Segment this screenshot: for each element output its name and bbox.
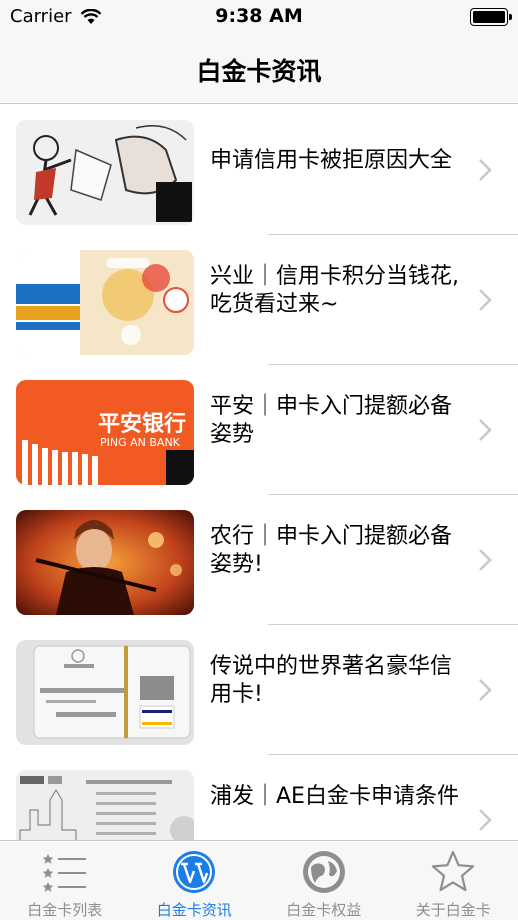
page-title: 白金卡资讯 <box>196 57 322 86</box>
tab-card-news[interactable]: 白金卡资讯 <box>130 841 260 920</box>
chevron-right-icon <box>479 679 492 701</box>
list-item[interactable]: 传说中的世界著名豪华信用卡! <box>0 625 518 755</box>
status-bar: Carrier 9:38 AM <box>0 0 518 34</box>
list-item[interactable]: 兴业｜信用卡积分当钱花,吃货看过来~ <box>0 235 518 365</box>
tab-label: 关于白金卡 <box>415 901 491 919</box>
globe-icon <box>302 851 345 893</box>
article-thumbnail <box>16 770 194 840</box>
article-thumbnail <box>16 120 194 225</box>
tab-label: 白金卡列表 <box>27 901 103 919</box>
list-item[interactable]: 浦发｜AE白金卡申请条件 <box>0 755 518 840</box>
chevron-right-icon <box>479 549 492 571</box>
navigation-bar: 白金卡资讯 <box>0 34 518 104</box>
chevron-right-icon <box>479 289 492 311</box>
article-title: 浦发｜AE白金卡申请条件 <box>210 784 459 809</box>
chevron-right-icon <box>479 159 492 181</box>
article-thumbnail <box>16 640 194 745</box>
battery-icon <box>470 8 512 26</box>
list-icon <box>42 854 86 892</box>
tab-card-rights[interactable]: 白金卡权益 <box>259 841 389 920</box>
article-title: 传说中的世界著名豪华信用卡! <box>210 654 453 707</box>
status-time: 9:38 AM <box>215 5 303 27</box>
tab-label: 白金卡权益 <box>286 901 362 919</box>
article-thumbnail <box>16 250 194 355</box>
chevron-right-icon <box>479 809 492 831</box>
article-title: 平安｜申卡入门提额必备姿势 <box>210 394 453 447</box>
star-icon <box>432 850 475 892</box>
list-item[interactable]: 平安银行 PING AN BANK 平安｜申卡入门提额必备姿势 <box>0 365 518 495</box>
list-item[interactable]: 申请信用卡被拒原因大全 <box>0 105 518 235</box>
article-thumbnail <box>16 510 194 615</box>
chevron-right-icon <box>479 419 492 441</box>
article-thumbnail: 平安银行 PING AN BANK <box>16 380 194 485</box>
article-list[interactable]: 申请信用卡被拒原因大全 兴业｜信用卡积分当钱花,吃货看过来~ 平安银行 PING… <box>0 105 518 840</box>
wordpress-icon <box>173 851 216 893</box>
article-title: 兴业｜信用卡积分当钱花,吃货看过来~ <box>210 264 459 317</box>
list-item[interactable]: 农行｜申卡入门提额必备姿势! <box>0 495 518 625</box>
article-title: 农行｜申卡入门提额必备姿势! <box>210 524 453 577</box>
tab-card-list[interactable]: 白金卡列表 <box>0 841 130 920</box>
tab-label: 白金卡资讯 <box>156 901 232 919</box>
article-title: 申请信用卡被拒原因大全 <box>210 148 453 173</box>
tab-about-card[interactable]: 关于白金卡 <box>389 841 518 920</box>
tab-bar: 白金卡列表 白金卡资讯 白金卡权益 关于白金卡 <box>0 840 518 920</box>
